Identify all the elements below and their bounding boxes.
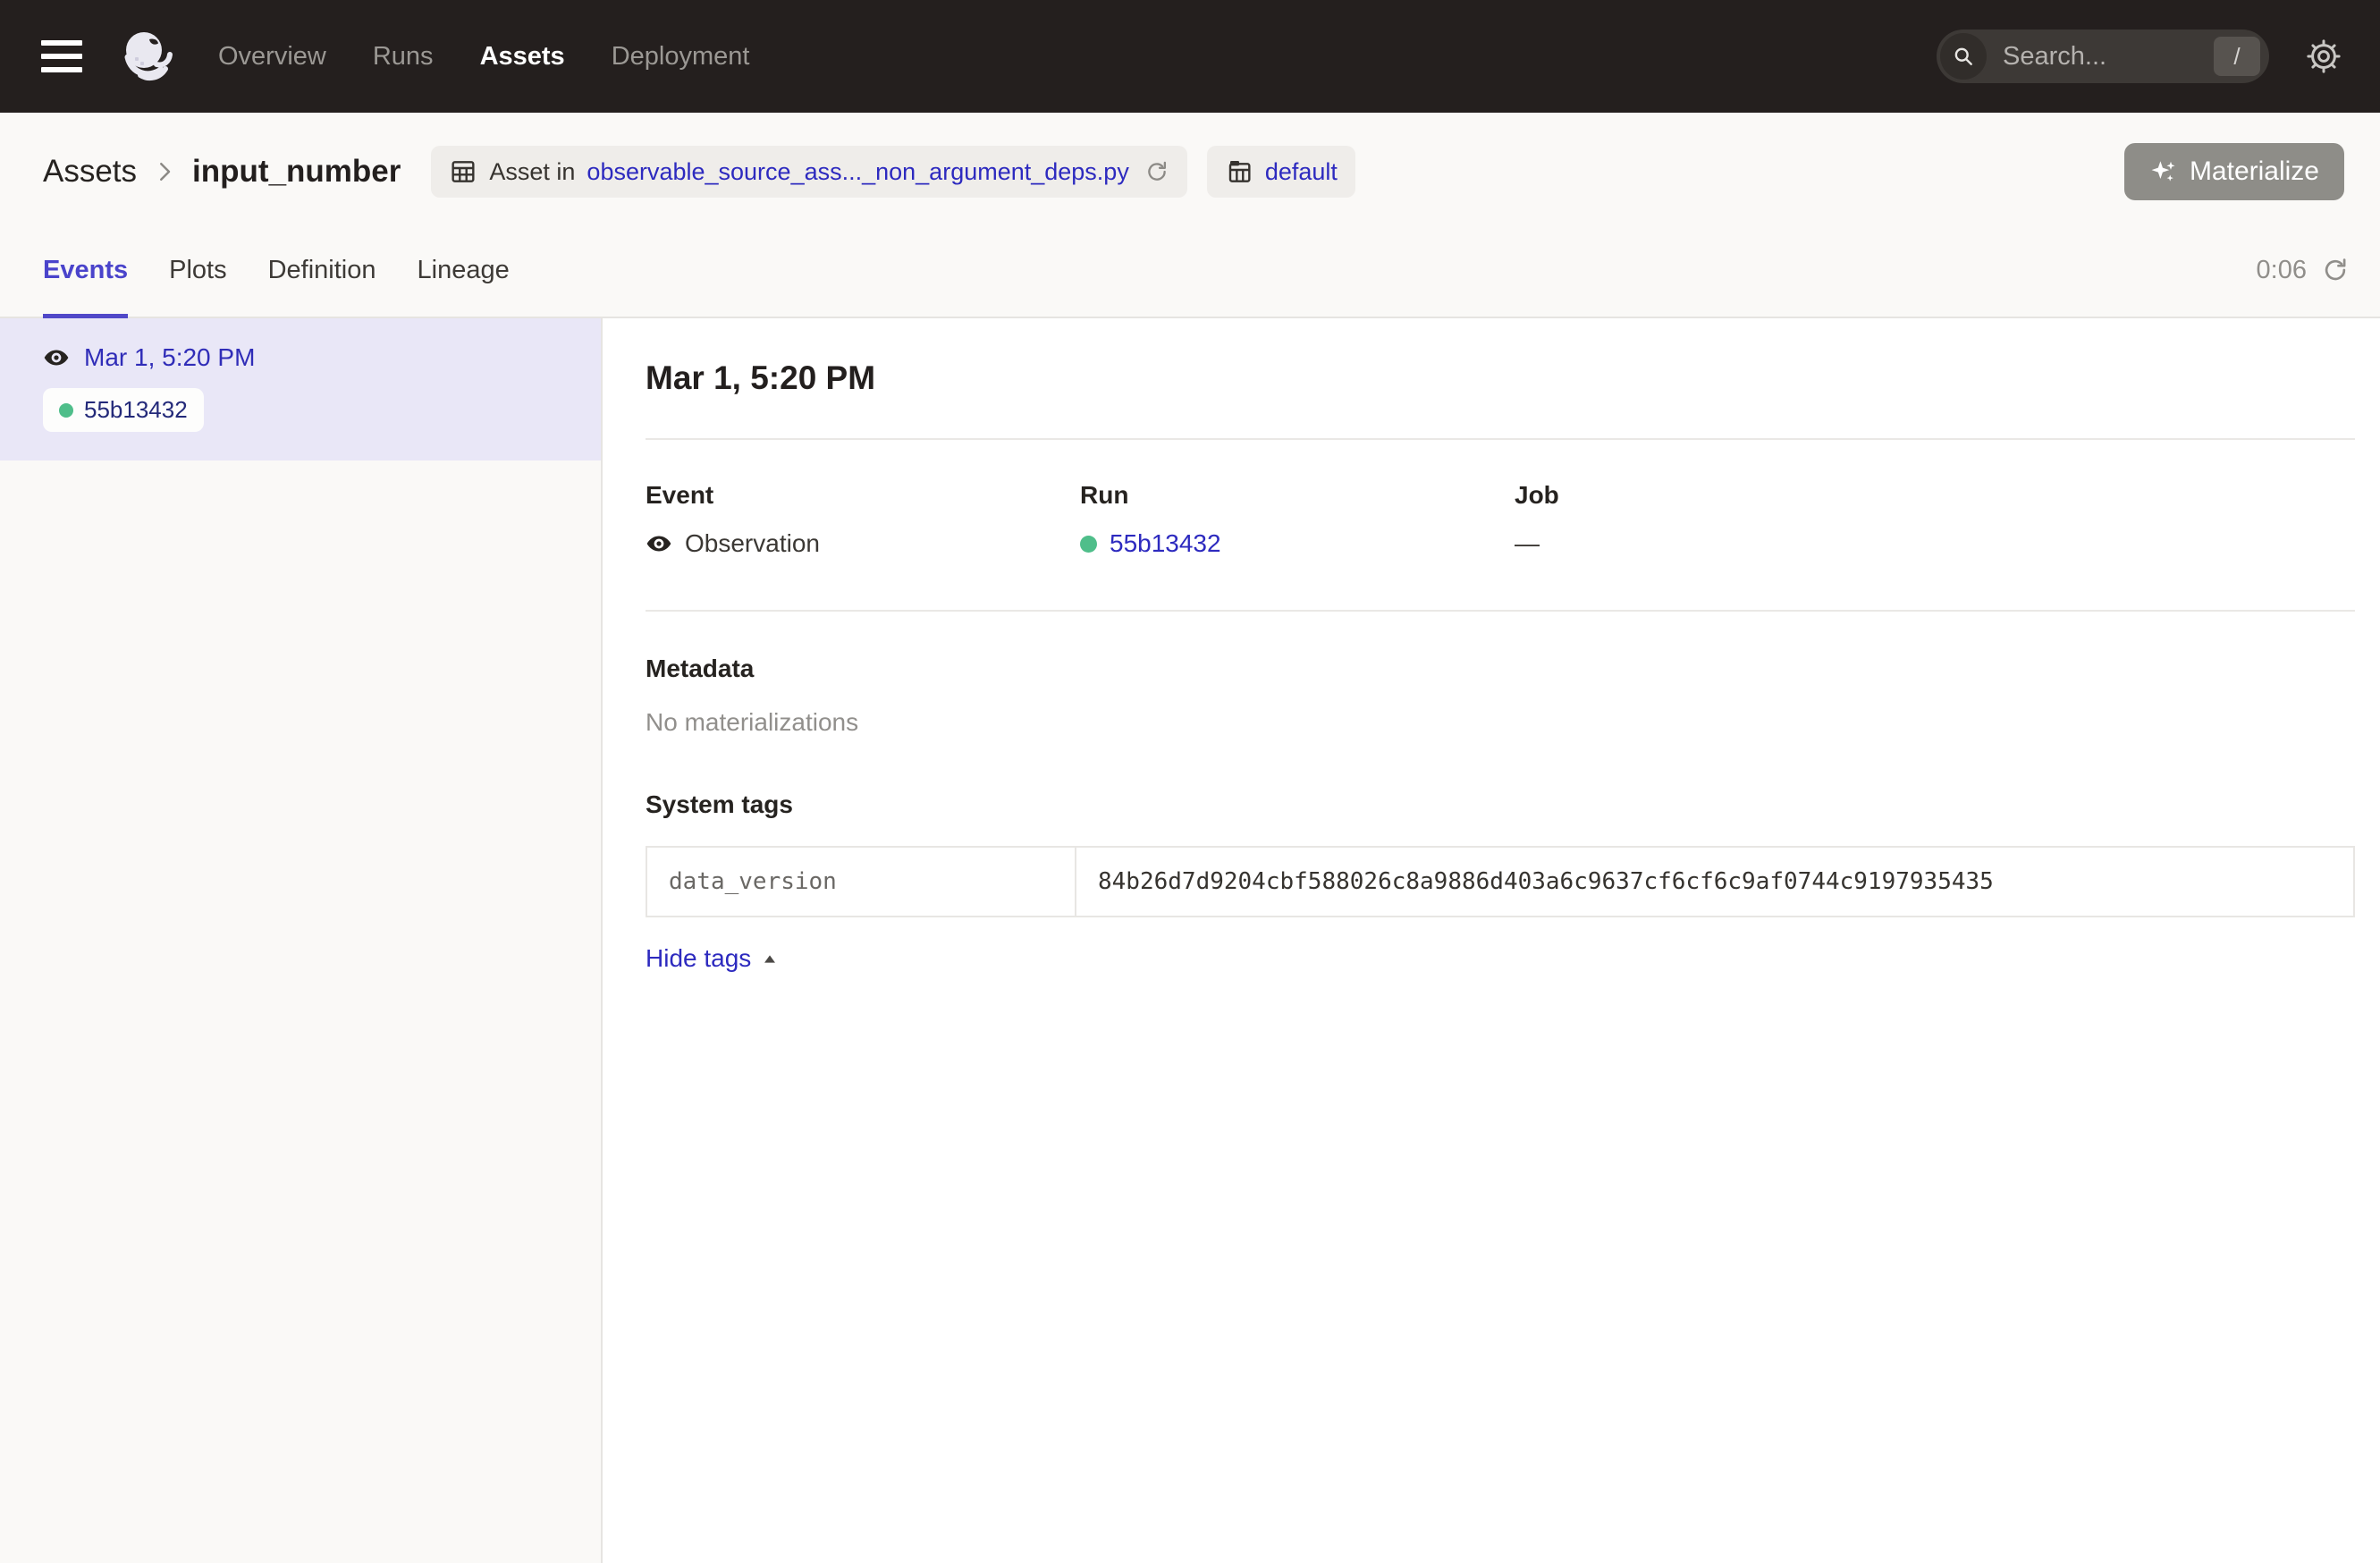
table-icon [449, 157, 477, 186]
materialize-button[interactable]: Materialize [2124, 143, 2344, 200]
top-nav: Overview Runs Assets Deployment / [0, 0, 2380, 113]
tag-value-cell: 84b26d7d9204cbf588026c8a9886d403a6c9637c… [1076, 847, 2354, 917]
hide-tags-label: Hide tags [646, 944, 751, 973]
caret-up-icon [760, 949, 780, 968]
observation-eye-icon [646, 530, 672, 557]
settings-gear-icon[interactable] [2305, 38, 2342, 75]
run-id-link[interactable]: 55b13432 [1110, 529, 1221, 558]
event-detail-title: Mar 1, 5:20 PM [646, 359, 2355, 397]
repo-grid-icon [1225, 157, 1253, 186]
tab-definition[interactable]: Definition [268, 224, 376, 318]
run-id-label: 55b13432 [84, 396, 188, 424]
repository-badge: default [1207, 146, 1355, 198]
tab-events[interactable]: Events [43, 224, 128, 318]
nav-item-deployment[interactable]: Deployment [612, 42, 750, 72]
job-empty-value: — [1515, 529, 1540, 558]
sparkle-icon [2149, 157, 2178, 186]
search-icon [1940, 33, 1987, 80]
event-column-header: Event [646, 481, 1080, 510]
materialize-label: Materialize [2190, 156, 2319, 187]
reload-location-icon[interactable] [1144, 159, 1169, 184]
asset-badge-prefix: Asset in [489, 158, 575, 186]
nav-item-runs[interactable]: Runs [373, 42, 434, 72]
event-detail-panel: Mar 1, 5:20 PM Event Observation [603, 318, 2380, 1563]
asset-definition-badge: Asset in observable_source_ass..._non_ar… [431, 146, 1186, 198]
metadata-heading: Metadata [646, 655, 2355, 683]
observation-eye-icon [43, 344, 70, 371]
run-status-dot [59, 403, 73, 418]
divider [646, 610, 2355, 612]
menu-icon[interactable] [41, 40, 82, 72]
nav-item-overview[interactable]: Overview [218, 42, 326, 72]
code-location-link[interactable]: observable_source_ass..._non_argument_de… [587, 158, 1128, 186]
table-row: data_version 84b26d7d9204cbf588026c8a988… [646, 847, 2354, 917]
content-area: Mar 1, 5:20 PM 55b13432 Mar 1, 5:20 PM E… [0, 318, 2380, 1563]
event-type-value: Observation [685, 529, 820, 558]
repository-default-link[interactable]: default [1265, 158, 1338, 186]
run-status-dot [1080, 536, 1097, 553]
search-box[interactable]: / [1937, 30, 2269, 83]
event-list-sidebar: Mar 1, 5:20 PM 55b13432 [0, 318, 603, 1563]
chevron-right-icon [151, 158, 178, 185]
system-tags-table: data_version 84b26d7d9204cbf588026c8a988… [646, 846, 2355, 917]
breadcrumb-assets-link[interactable]: Assets [43, 154, 137, 190]
asset-tabs: Events Plots Definition Lineage 0:06 [0, 224, 2380, 318]
asset-header: Assets input_number Asset in observable_… [0, 113, 2380, 224]
event-timestamp: Mar 1, 5:20 PM [84, 343, 255, 372]
page-title: input_number [192, 154, 401, 190]
hide-tags-link[interactable]: Hide tags [646, 944, 780, 973]
run-id-badge[interactable]: 55b13432 [43, 388, 204, 432]
tab-lineage[interactable]: Lineage [418, 224, 510, 318]
dagster-logo [120, 28, 177, 85]
search-shortcut-key: / [2214, 37, 2260, 76]
divider [646, 438, 2355, 440]
nav-item-assets[interactable]: Assets [480, 42, 565, 72]
refresh-icon[interactable] [2321, 256, 2350, 284]
run-column-header: Run [1080, 481, 1515, 510]
event-summary-columns: Event Observation Run 55b13 [646, 481, 2355, 558]
metadata-empty-text: No materializations [646, 708, 2355, 737]
search-input[interactable] [2003, 42, 2214, 72]
primary-nav: Overview Runs Assets Deployment [218, 42, 749, 72]
refresh-countdown: 0:06 [2257, 256, 2307, 285]
tag-key-cell: data_version [646, 847, 1076, 917]
tab-plots[interactable]: Plots [169, 224, 226, 318]
event-list-item[interactable]: Mar 1, 5:20 PM 55b13432 [0, 318, 601, 460]
system-tags-heading: System tags [646, 790, 2355, 819]
job-column-header: Job [1515, 481, 1559, 510]
